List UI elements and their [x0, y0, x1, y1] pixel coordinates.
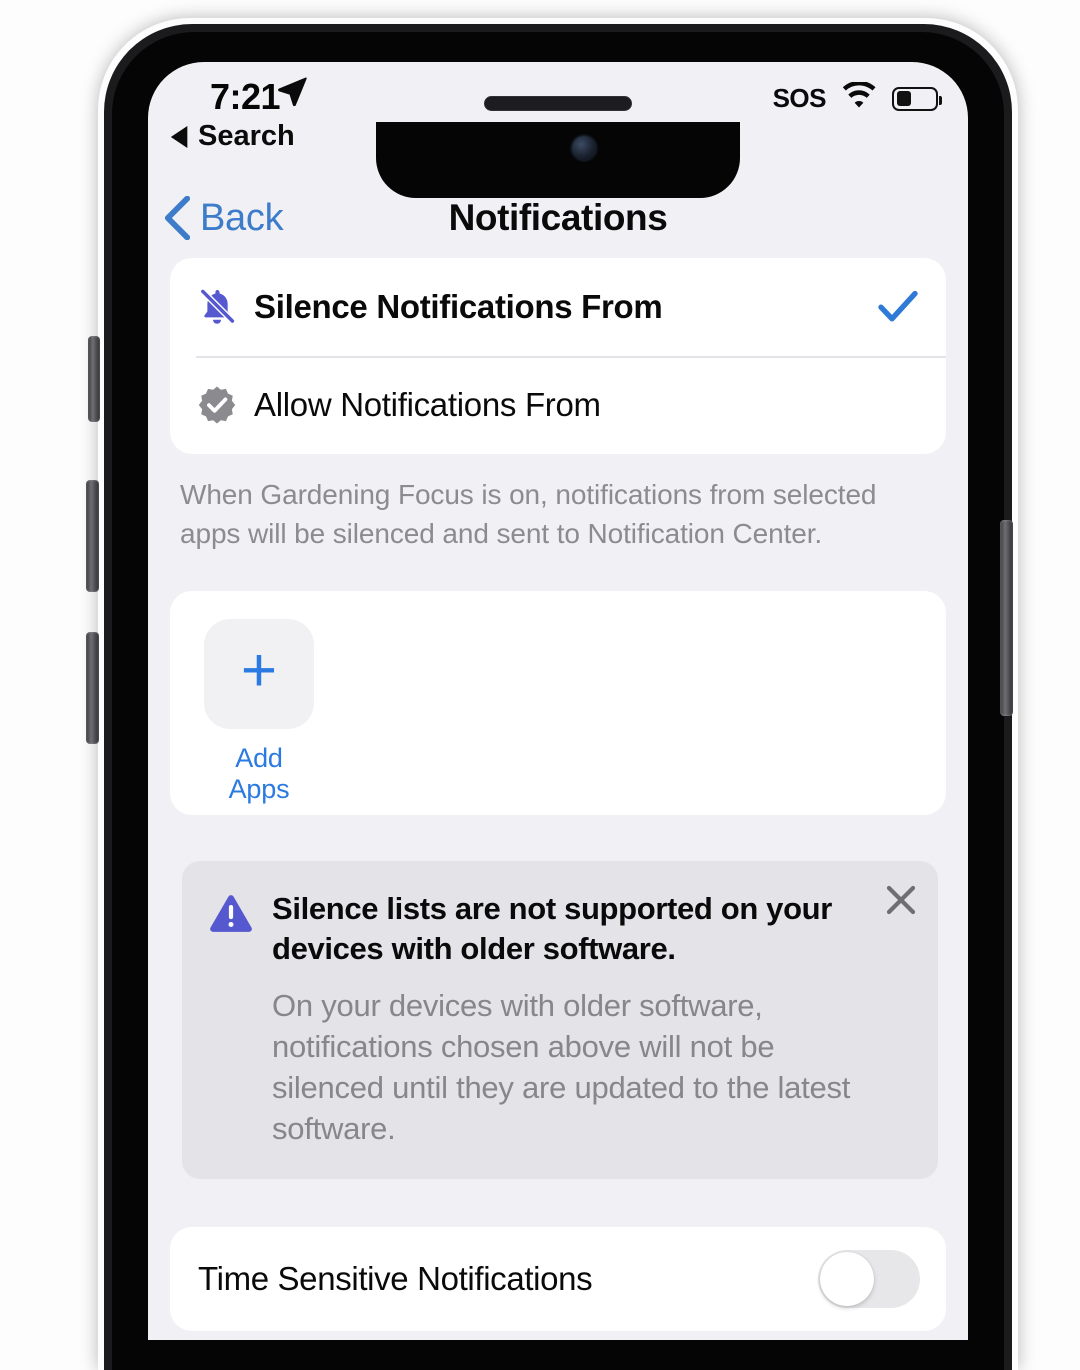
screenshot-root: 7:21 SOS Search Back Notifications Silen…	[0, 0, 1080, 1370]
sos-label: SOS	[772, 83, 827, 113]
front-camera-icon	[572, 136, 596, 160]
add-apps-button[interactable]: +	[204, 619, 314, 730]
row-silence-notifications-from[interactable]: Silence Notifications From	[170, 258, 946, 356]
chevron-left-icon	[164, 196, 190, 240]
add-apps-label: Add Apps	[228, 743, 290, 805]
earpiece-speaker	[484, 96, 632, 111]
volume-down-button[interactable]	[86, 632, 99, 744]
warning-triangle-icon	[208, 891, 254, 1149]
time-sensitive-toggle[interactable]	[818, 1250, 920, 1309]
back-to-app-label: Search	[198, 120, 295, 152]
ringer-switch-button[interactable]	[88, 336, 100, 422]
power-button[interactable]	[1000, 520, 1013, 716]
back-button-label: Back	[200, 196, 284, 239]
close-icon[interactable]	[884, 883, 918, 917]
notification-mode-card: Silence Notifications From Allow Notific…	[170, 258, 946, 454]
time-sensitive-label: Time Sensitive Notifications	[198, 1260, 593, 1298]
status-bar-indicators: SOS	[772, 80, 943, 115]
mode-card-footnote: When Gardening Focus is on, notification…	[180, 479, 877, 549]
location-arrow-icon	[275, 74, 309, 113]
warning-banner: Silence lists are not supported on your …	[182, 861, 938, 1180]
checkmark-icon	[868, 290, 918, 324]
warning-banner-body: Silence lists are not supported on your …	[272, 889, 916, 1149]
toggle-knob	[820, 1252, 874, 1307]
apps-card: + Add Apps	[170, 591, 946, 816]
badge-check-icon	[196, 384, 248, 426]
phone-screen: 7:21 SOS Search Back Notifications Silen…	[148, 62, 968, 1340]
settings-content: Silence Notifications From Allow Notific…	[148, 258, 968, 1340]
row-allow-notifications-from[interactable]: Allow Notifications From	[170, 356, 946, 454]
volume-up-button[interactable]	[86, 480, 99, 592]
plus-icon: +	[240, 636, 278, 706]
row-label: Allow Notifications From	[254, 386, 601, 423]
bell-slash-icon	[196, 286, 248, 328]
wifi-icon	[840, 80, 878, 115]
warning-banner-text: On your devices with older software, not…	[272, 987, 851, 1147]
row-label: Silence Notifications From	[254, 288, 663, 325]
notch	[376, 122, 740, 198]
battery-icon	[892, 86, 943, 111]
time-sensitive-card: Time Sensitive Notifications	[170, 1227, 946, 1332]
warning-banner-title: Silence lists are not supported on your …	[272, 891, 832, 966]
status-bar-time: 7:21	[210, 76, 281, 117]
back-button[interactable]: Back	[164, 196, 284, 240]
